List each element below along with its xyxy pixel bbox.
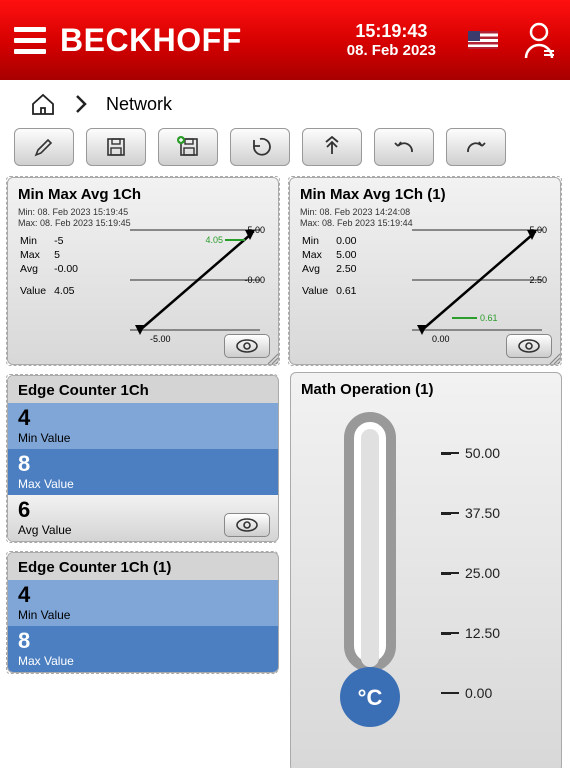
brand-logo: BECKHOFF <box>60 22 242 59</box>
panel-title: Min Max Avg 1Ch <box>8 178 278 207</box>
thermometer-icon: °C <box>321 407 431 727</box>
user-icon[interactable] <box>522 21 556 59</box>
reset-button[interactable] <box>230 128 290 166</box>
svg-text:0.00: 0.00 <box>432 334 450 344</box>
math-operation-panel[interactable]: Math Operation (1) °C 50.00 37.50 25.00 … <box>290 372 562 768</box>
panel-slot: Edge Counter 1Ch 4 Min Value 8 Max Value… <box>6 374 278 543</box>
svg-text:-5.00: -5.00 <box>150 334 171 344</box>
date-value: 08. Feb 2023 <box>347 42 436 59</box>
max-row: 8 Max Value <box>8 449 278 495</box>
avg-row: 6 Avg Value <box>8 495 278 541</box>
redo-button[interactable] <box>446 128 506 166</box>
svg-text:2.50: 2.50 <box>529 275 547 285</box>
breadcrumb: Network <box>0 80 570 124</box>
app-header: BECKHOFF 15:19:43 08. Feb 2023 <box>0 0 570 80</box>
svg-text:0.61: 0.61 <box>480 313 498 323</box>
panel-title: Edge Counter 1Ch (1) <box>8 553 278 580</box>
resize-handle-icon[interactable] <box>266 352 280 366</box>
min-row: 4 Min Value <box>8 580 278 626</box>
view-button[interactable] <box>224 513 270 537</box>
panel-title: Edge Counter 1Ch <box>8 376 278 403</box>
sparkline-chart: 5.00 2.50 0.00 0.61 <box>392 210 552 350</box>
thermometer-scale: 50.00 37.50 25.00 12.50 0.00 <box>441 423 500 723</box>
panels-area: Min Max Avg 1Ch Min: 08. Feb 2023 15:19:… <box>0 176 570 768</box>
upload-button[interactable] <box>302 128 362 166</box>
save-plus-button[interactable] <box>158 128 218 166</box>
min-row: 4 Min Value <box>8 403 278 449</box>
panel-title: Min Max Avg 1Ch (1) <box>290 178 560 207</box>
toolbar <box>0 124 570 176</box>
clock: 15:19:43 08. Feb 2023 <box>347 21 436 59</box>
sparkline-chart: 5.00 -0.00 -5.00 4.05 <box>110 210 270 350</box>
time-value: 15:19:43 <box>347 21 436 42</box>
svg-text:°C: °C <box>358 685 383 710</box>
view-button[interactable] <box>224 334 270 358</box>
undo-button[interactable] <box>374 128 434 166</box>
edge-counter-panel-1[interactable]: Edge Counter 1Ch 4 Min Value 8 Max Value… <box>7 375 279 542</box>
edit-button[interactable] <box>14 128 74 166</box>
svg-text:-0.00: -0.00 <box>244 275 265 285</box>
svg-text:4.05: 4.05 <box>205 235 223 245</box>
chevron-right-icon <box>74 94 88 114</box>
panel-slot: Min Max Avg 1Ch Min: 08. Feb 2023 15:19:… <box>6 176 280 366</box>
minmax-panel-1[interactable]: Min Max Avg 1Ch Min: 08. Feb 2023 15:19:… <box>7 177 279 365</box>
breadcrumb-page[interactable]: Network <box>106 94 172 115</box>
panel-title: Math Operation (1) <box>291 373 561 402</box>
save-button[interactable] <box>86 128 146 166</box>
menu-button[interactable] <box>14 27 46 54</box>
minmax-panel-2[interactable]: Min Max Avg 1Ch (1) Min: 08. Feb 2023 14… <box>289 177 561 365</box>
max-row: 8 Max Value <box>8 626 278 672</box>
edge-counter-panel-2[interactable]: Edge Counter 1Ch (1) 4 Min Value 8 Max V… <box>7 552 279 673</box>
resize-handle-icon[interactable] <box>548 352 562 366</box>
view-button[interactable] <box>506 334 552 358</box>
panel-slot: Edge Counter 1Ch (1) 4 Min Value 8 Max V… <box>6 551 278 674</box>
flag-icon[interactable] <box>468 31 498 49</box>
home-icon[interactable] <box>30 92 56 116</box>
panel-slot: Min Max Avg 1Ch (1) Min: 08. Feb 2023 14… <box>288 176 562 366</box>
